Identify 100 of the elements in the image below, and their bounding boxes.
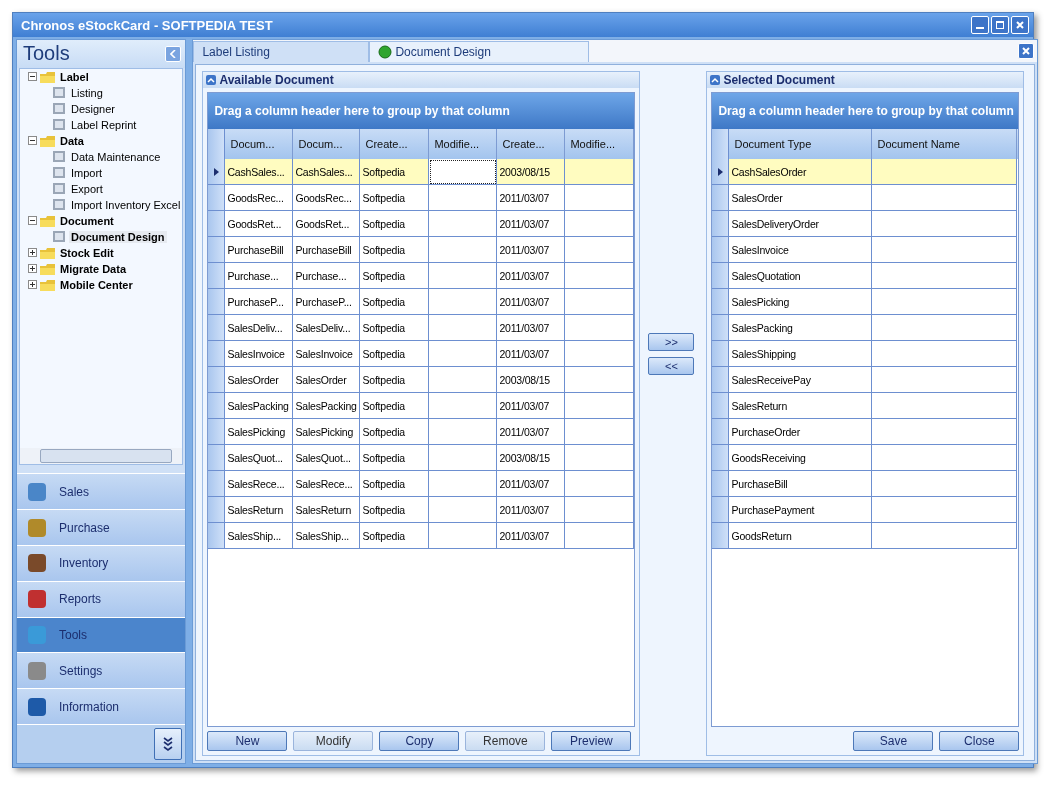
table-cell: 2003/08/15 (497, 367, 566, 393)
action-button[interactable]: Save (853, 731, 934, 751)
transfer-button[interactable]: << (648, 356, 695, 375)
nav-item[interactable]: Settings (17, 652, 186, 689)
table-cell: 2011/03/07 (497, 419, 566, 445)
table-cell (429, 263, 498, 289)
nav-label: Purchase (59, 520, 110, 535)
table-cell: GoodsReceiving (729, 445, 873, 471)
folder-icon (40, 278, 55, 291)
chevron-left-icon (170, 49, 177, 58)
tree-item[interactable]: Document Design (69, 230, 167, 243)
document-icon (52, 86, 66, 100)
table-cell: Softpedia (360, 419, 430, 445)
tree-item[interactable]: Data Maintenance (69, 150, 163, 163)
table-cell: 2011/03/07 (497, 289, 566, 315)
collapse-button[interactable] (165, 45, 182, 62)
collapse-toggle-icon[interactable] (28, 216, 37, 226)
tree-item[interactable]: Label Reprint (69, 118, 139, 131)
nav-item[interactable]: Sales (17, 473, 186, 510)
document-icon (52, 102, 66, 116)
expand-toggle-icon[interactable] (28, 264, 37, 274)
table-cell (429, 289, 498, 315)
close-tab-button[interactable] (1018, 43, 1035, 59)
table-cell (565, 497, 635, 523)
folder-icon (40, 262, 55, 275)
table-cell: Softpedia (360, 289, 430, 315)
table-cell: PurchaseOrder (729, 419, 873, 445)
transfer-button[interactable]: >> (648, 332, 695, 351)
expand-toggle-icon[interactable] (28, 280, 37, 290)
tree-item[interactable]: Export (69, 182, 105, 195)
table-cell: CashSales... (293, 159, 361, 185)
row-selector[interactable] (208, 159, 226, 185)
table-cell (565, 367, 635, 393)
table-cell: SalesDeliv... (293, 315, 361, 341)
table-cell (565, 393, 635, 419)
table-cell (429, 341, 498, 367)
table-cell: Softpedia (360, 341, 430, 367)
nav-item[interactable]: Purchase (17, 509, 186, 546)
collapse-icon (206, 75, 217, 85)
row-pointer-icon (213, 167, 219, 176)
folder-icon (40, 70, 55, 83)
table-cell (565, 185, 635, 211)
window-title: Chronos eStockCard - SOFTPEDIA TEST (21, 17, 273, 33)
table-cell: SalesDeliv... (225, 315, 294, 341)
nav-item[interactable]: Reports (17, 580, 186, 617)
action-button[interactable]: New (207, 731, 288, 751)
tree-item[interactable]: Label (58, 70, 91, 83)
table-cell: PurchaseP... (225, 289, 294, 315)
header-corner (712, 129, 730, 159)
action-button[interactable]: Copy (379, 731, 460, 751)
tree-item[interactable]: Listing (69, 86, 105, 99)
tree-item[interactable]: Stock Edit (58, 246, 116, 259)
document-icon (52, 182, 66, 196)
table-cell (429, 211, 498, 237)
tab[interactable]: Label Listing (193, 41, 370, 62)
table-cell: Purchase... (225, 263, 294, 289)
collapse-toggle-icon[interactable] (28, 136, 37, 146)
minimize-button[interactable] (971, 16, 989, 34)
tree-item[interactable]: Import (69, 166, 105, 179)
tree-item[interactable]: Data (58, 134, 86, 147)
table-cell: SalesReturn (729, 393, 873, 419)
nav-item[interactable]: Information (17, 688, 186, 724)
row-selector[interactable] (712, 159, 730, 185)
table-cell: SalesReturn (225, 497, 294, 523)
table-cell: 2011/03/07 (497, 393, 566, 419)
tree-item[interactable]: Document (58, 214, 116, 227)
table-cell: 2011/03/07 (497, 341, 566, 367)
table-cell: PurchasePayment (729, 497, 873, 523)
table-cell: SalesQuot... (225, 445, 294, 471)
table-cell (429, 497, 498, 523)
table-cell: Softpedia (360, 159, 430, 185)
folder-icon (40, 134, 55, 147)
document-icon (52, 118, 66, 132)
chevron-down-icon (163, 737, 174, 751)
nav-item[interactable]: Inventory (17, 545, 186, 581)
action-button[interactable]: Close (939, 731, 1020, 751)
table-cell (429, 315, 498, 341)
table-cell: SalesInvoice (225, 341, 294, 367)
close-button[interactable] (1011, 16, 1029, 34)
tab[interactable]: Document Design (369, 41, 590, 62)
more-button[interactable] (154, 728, 183, 760)
table-cell: SalesRece... (293, 471, 361, 497)
maximize-button[interactable] (991, 16, 1009, 34)
tree-item[interactable]: Designer (69, 102, 118, 115)
table-cell: GoodsRet... (293, 211, 361, 237)
tree-item[interactable]: Import Inventory Excel (69, 198, 183, 211)
table-cell: Softpedia (360, 471, 430, 497)
nav-label: Settings (59, 663, 103, 678)
folder-icon (40, 214, 55, 227)
action-button[interactable]: Preview (551, 731, 632, 751)
table-cell: 2011/03/07 (497, 185, 566, 211)
collapse-toggle-icon[interactable] (28, 72, 37, 82)
table-cell: SalesInvoice (293, 341, 361, 367)
table-cell (565, 211, 635, 237)
horizontal-scrollbar[interactable] (20, 448, 183, 465)
tree-item[interactable]: Migrate Data (58, 262, 129, 275)
tree-item[interactable]: Mobile Center (58, 278, 135, 291)
nav-label: Information (59, 699, 120, 714)
expand-toggle-icon[interactable] (28, 248, 37, 258)
table-cell: GoodsReturn (729, 523, 873, 549)
